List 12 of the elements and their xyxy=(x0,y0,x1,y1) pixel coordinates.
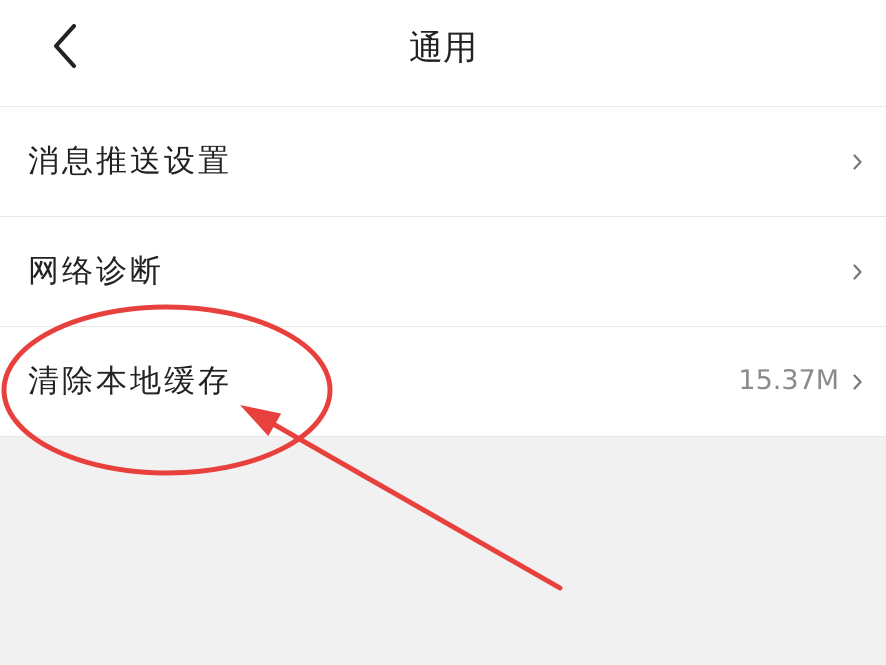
cache-size: 15.37M xyxy=(738,364,839,398)
chevron-right-icon xyxy=(853,264,862,280)
settings-row[interactable]: 网络诊断 xyxy=(0,217,886,327)
page-title: 通用 xyxy=(409,31,477,65)
row-label: 清除本地缓存 xyxy=(28,362,233,402)
chevron-right-icon xyxy=(853,154,862,170)
row-label: 消息推送设置 xyxy=(28,142,233,182)
settings-row[interactable]: 消息推送设置 xyxy=(0,107,886,217)
settings-row[interactable]: 清除本地缓存 15.37M xyxy=(0,327,886,437)
chevron-right-icon xyxy=(853,374,862,390)
row-label: 网络诊断 xyxy=(28,252,165,292)
back-icon xyxy=(53,24,77,68)
